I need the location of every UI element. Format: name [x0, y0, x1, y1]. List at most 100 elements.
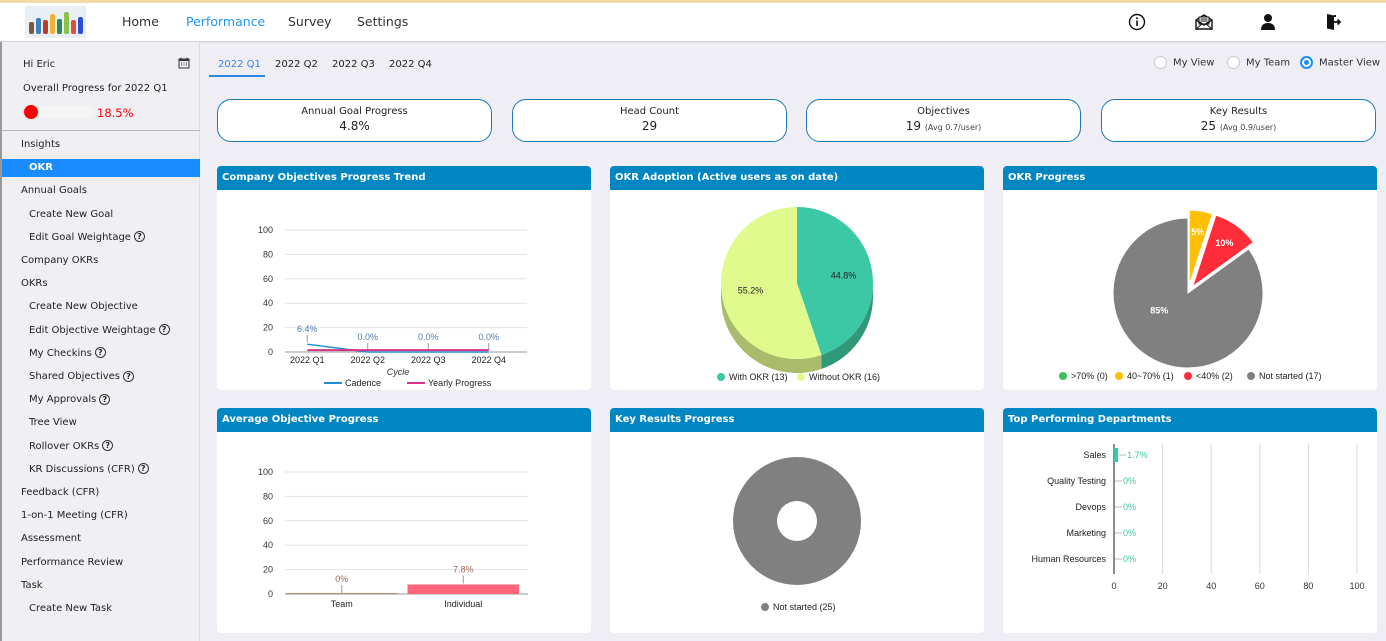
legend-label: >70% (0)	[1071, 371, 1108, 381]
panel-top-performing-departments: Top Performing Departments 0 20 40 60 80 100 1…	[1003, 408, 1377, 633]
radio-label: My View	[1173, 57, 1215, 69]
help-icon[interactable]: ?	[158, 324, 170, 336]
y-tick-label: 40	[263, 540, 273, 550]
sidebar-item-create-new-objective[interactable]: Create New Objective	[2, 298, 200, 316]
sidebar-item-label: Annual Goals	[21, 185, 87, 197]
card-title: Annual Goal Progress	[301, 106, 408, 117]
y-tick-label: 0	[268, 589, 273, 599]
sidebar-item-tree-view[interactable]: Tree View	[2, 414, 200, 432]
sidebar-item-task[interactable]: Task	[2, 577, 200, 595]
sidebar-item-label: KR Discussions (CFR)	[29, 463, 135, 475]
data-label: 6.4%	[297, 324, 318, 334]
help-icon[interactable]: ?	[102, 440, 114, 452]
data-label: 0%	[1123, 528, 1136, 538]
sidebar-item-edit-objective-weightage[interactable]: Edit Objective Weightage?	[2, 322, 200, 340]
nav-survey[interactable]: Survey	[288, 14, 331, 29]
help-icon[interactable]: ?	[99, 393, 111, 405]
horizontal-bar-chart: 0 20 40 60 80 100 1.7% Sales 0% Quality Testing 0%…	[1031, 444, 1365, 591]
y-tick-label: Marketing	[1066, 528, 1106, 538]
mail-icon[interactable]	[1194, 12, 1214, 32]
sidebar-item-kr-discussions-cfr[interactable]: KR Discussions (CFR)?	[2, 461, 200, 479]
data-label: 0%	[1123, 554, 1136, 564]
x-tick-label: 0	[1111, 581, 1116, 591]
sidebar-item-okrs[interactable]: OKRs	[2, 275, 200, 293]
help-icon[interactable]: ?	[137, 463, 149, 475]
sidebar-item-assessment[interactable]: Assessment	[2, 530, 200, 548]
sidebar-item-annual-goals[interactable]: Annual Goals	[2, 182, 200, 200]
card-objectives: Objectives 19 (Avg 0.7/user)	[806, 99, 1081, 142]
nav-settings[interactable]: Settings	[357, 14, 408, 29]
overall-progress-bar	[24, 105, 94, 119]
tab-2022-q1[interactable]: 2022 Q1	[218, 59, 261, 70]
logout-icon[interactable]	[1323, 12, 1343, 32]
sidebar-item-label: Edit Objective Weightage	[29, 324, 156, 336]
tab-2022-q3[interactable]: 2022 Q3	[332, 59, 375, 70]
sidebar-item-create-new-task[interactable]: Create New Task	[2, 600, 200, 618]
tab-2022-q2[interactable]: 2022 Q2	[275, 59, 318, 70]
x-tick-label: Individual	[444, 599, 482, 609]
help-icon[interactable]: ?	[94, 347, 106, 359]
radio-my-team[interactable]: My Team	[1227, 56, 1290, 70]
card-value: 25	[1200, 119, 1216, 133]
legend-marker	[717, 373, 725, 381]
sidebar-item-label: Performance Review	[21, 556, 124, 568]
radio-my-view[interactable]: My View	[1154, 56, 1214, 70]
help-icon[interactable]: ?	[123, 370, 135, 382]
legend-marker	[1059, 372, 1067, 380]
sidebar-item-edit-goal-weightage[interactable]: Edit Goal Weightage?	[2, 229, 200, 247]
legend-label: With OKR (13)	[729, 372, 788, 382]
panel-okr-progress: OKR Progress 5% 10% 85% >70% (0) 40~70% (1) <…	[1003, 166, 1377, 390]
legend-label: Cadence	[345, 378, 381, 388]
sidebar-item-rollover-okrs[interactable]: Rollover OKRs?	[2, 438, 200, 456]
sidebar-item-shared-objectives[interactable]: Shared Objectives?	[2, 368, 200, 386]
sidebar-item-label: Shared Objectives	[29, 371, 121, 382]
line-chart: 0 20 40 60 80 100 2022 Q1 2022 Q2 2022 Q3 2022 Q4…	[258, 225, 527, 388]
tab-2022-q4[interactable]: 2022 Q4	[389, 59, 432, 70]
slice-label: 85%	[1150, 306, 1168, 316]
company-logo[interactable]	[25, 6, 86, 38]
info-icon[interactable]	[1127, 12, 1147, 32]
x-tick-label: 2022 Q2	[350, 355, 385, 365]
bar	[286, 593, 398, 594]
sidebar-item-create-new-goal[interactable]: Create New Goal	[2, 206, 200, 224]
nav-performance[interactable]: Performance	[186, 14, 265, 29]
help-icon[interactable]: ?	[133, 231, 145, 243]
calendar-icon[interactable]	[178, 57, 190, 69]
radio-master-view[interactable]: Master View	[1300, 56, 1380, 70]
sidebar-item-label: Edit Goal Weightage	[29, 231, 131, 243]
sidebar-item-my-approvals[interactable]: My Approvals?	[2, 391, 200, 409]
sidebar-item-label: My Approvals	[29, 394, 97, 406]
pie-chart: 5% 10% 85% >70% (0) 40~70% (1) <40% (2) Not st…	[1059, 209, 1322, 381]
data-label: 1.7%	[1127, 450, 1148, 460]
x-tick-label: 60	[1255, 581, 1265, 591]
nav-home[interactable]: Home	[122, 14, 159, 29]
panel-title: Key Results Progress	[615, 414, 735, 425]
card-title: Key Results	[1209, 106, 1268, 117]
y-tick-label: Human Resources	[1031, 554, 1106, 564]
panel-title: OKR Adoption (Active users as on date)	[615, 172, 839, 183]
legend-marker	[1184, 372, 1192, 380]
greeting: Hi Eric	[23, 59, 56, 70]
card-annual-goal-progress: Annual Goal Progress 4.8%	[217, 99, 492, 142]
sidebar-item-1-on-1-meeting-cfr[interactable]: 1-on-1 Meeting (CFR)	[2, 507, 200, 525]
user-icon[interactable]	[1258, 12, 1278, 32]
sidebar-item-label: Insights	[21, 139, 61, 150]
y-tick-label: Sales	[1083, 450, 1106, 460]
sidebar-item-performance-review[interactable]: Performance Review	[2, 554, 200, 572]
legend-label: Yearly Progress	[428, 378, 492, 388]
bar-chart: 0 20 40 60 80 100 0% Team 7.8% Individual	[258, 467, 528, 609]
y-tick-label: 0	[268, 347, 273, 357]
y-tick-label: 40	[263, 298, 273, 308]
x-axis-title: Cycle	[387, 367, 410, 377]
y-tick-label: 80	[263, 249, 273, 259]
sidebar-item-feedback-cfr[interactable]: Feedback (CFR)	[2, 484, 200, 502]
sidebar-item-my-checkins[interactable]: My Checkins?	[2, 345, 200, 363]
legend-label: Without OKR (16)	[809, 372, 880, 382]
sidebar-item-okr[interactable]: OKR	[2, 159, 200, 178]
radio-label: Master View	[1319, 57, 1381, 69]
sidebar-item-company-okrs[interactable]: Company OKRs	[2, 252, 200, 270]
panel-okr-adoption: OKR Adoption (Active users as on date) 4…	[610, 166, 984, 390]
sidebar-item-insights[interactable]: Insights	[2, 136, 200, 154]
x-tick-label: 80	[1303, 581, 1313, 591]
slice-label: 5%	[1191, 227, 1204, 237]
